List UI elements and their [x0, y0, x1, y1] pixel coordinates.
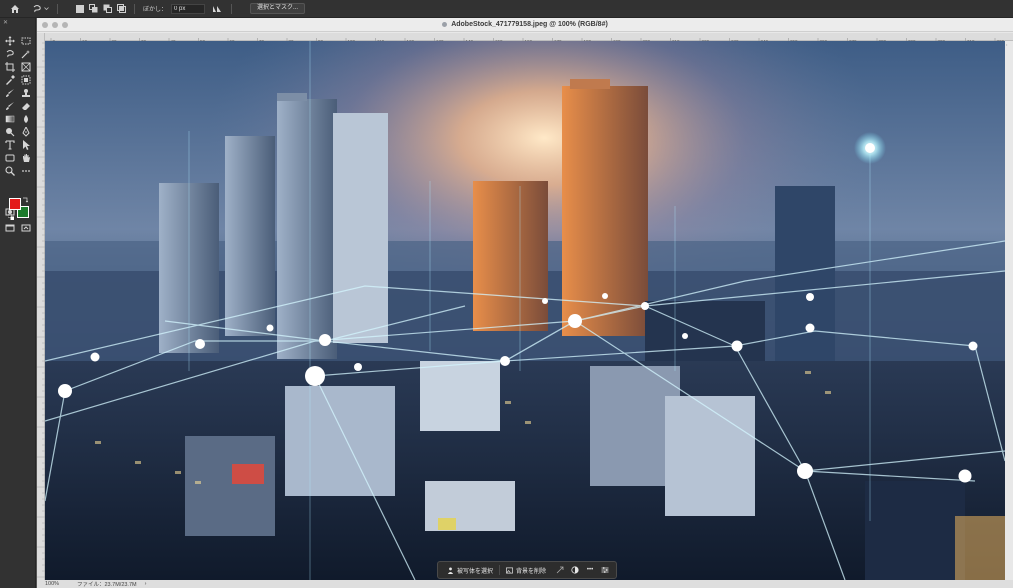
person-icon: [447, 567, 454, 574]
select-subject-button[interactable]: 被写体を選択: [443, 563, 497, 577]
options-bar: ぼかし： 選択とマスク...: [0, 0, 1013, 18]
divider: [231, 3, 233, 14]
magic-wand-tool-icon[interactable]: [20, 48, 32, 59]
swap-colors-icon[interactable]: [22, 197, 28, 203]
ruler-top[interactable]: 0102030405060708090100110120130140150160…: [45, 33, 1013, 46]
lasso-tool-icon[interactable]: [4, 48, 16, 59]
cityscape-network-image: [45, 41, 1005, 580]
maximize-window-button[interactable]: [62, 22, 68, 28]
lasso-icon: [33, 4, 41, 12]
document-title-text: AdobeStock_471779158.jpeg @ 100% (RGB/8#…: [451, 21, 608, 28]
move-tool-icon[interactable]: [4, 35, 16, 46]
ruler-left[interactable]: [37, 33, 45, 588]
dodge-tool-icon[interactable]: [4, 126, 16, 137]
status-bar: 100% ファイル：23.7M/23.7M ›: [37, 580, 1013, 588]
rectangle-tool-icon[interactable]: [4, 152, 16, 163]
divider: [134, 3, 135, 14]
crop-tool-icon[interactable]: [4, 61, 16, 72]
path-selection-tool-icon[interactable]: [20, 139, 32, 150]
document-icon: [442, 22, 448, 27]
contextual-taskbar: 被写体を選択 背景を削除 •••: [437, 561, 617, 579]
eraser-tool-icon[interactable]: [20, 100, 32, 111]
divider: [57, 3, 58, 14]
image-icon: [506, 567, 513, 573]
document-window: AdobeStock_471779158.jpeg @ 100% (RGB/8#…: [37, 18, 1013, 588]
selection-modes: [76, 4, 126, 13]
foreground-color-swatch[interactable]: [9, 198, 21, 210]
subtract-from-selection-icon[interactable]: [103, 4, 112, 13]
add-to-selection-icon[interactable]: [89, 4, 98, 13]
divider: [499, 565, 501, 575]
chevron-down-icon: [44, 7, 49, 11]
intersect-selection-icon[interactable]: [117, 4, 126, 13]
status-menu-arrow[interactable]: ›: [145, 581, 147, 587]
document-titlebar: AdobeStock_471779158.jpeg @ 100% (RGB/8#…: [37, 18, 1013, 32]
artboard-icon[interactable]: [20, 222, 32, 233]
feather-input[interactable]: [171, 3, 206, 14]
healing-brush-tool-icon[interactable]: [4, 100, 16, 111]
window-controls: [42, 22, 68, 28]
photoshop-window: ぼかし： 選択とマスク... ✕: [0, 0, 1013, 588]
more-tools-icon[interactable]: [20, 165, 32, 176]
feather-label: ぼかし：: [143, 7, 168, 13]
collapse-panel-icon[interactable]: ✕: [3, 19, 8, 26]
new-selection-icon[interactable]: [76, 4, 84, 13]
transform-icon[interactable]: [555, 565, 565, 575]
select-and-mask-button[interactable]: 選択とマスク...: [250, 3, 306, 14]
pen-tool-icon[interactable]: [20, 126, 32, 137]
more-options-icon[interactable]: •••: [585, 565, 595, 575]
object-selection-tool-icon[interactable]: [20, 74, 32, 85]
tool-preset-picker[interactable]: [32, 4, 49, 14]
antialias-icon[interactable]: [211, 4, 223, 14]
tools-panel: ✕: [0, 18, 36, 588]
home-icon[interactable]: [10, 4, 20, 14]
ruler-left-ticks: [37, 42, 45, 584]
gradient-tool-icon[interactable]: [4, 113, 16, 124]
remove-background-button[interactable]: 背景を削除: [502, 563, 550, 577]
marquee-tool-icon[interactable]: [20, 35, 32, 46]
adjustment-icon[interactable]: [570, 565, 580, 575]
remove-background-label: 背景を削除: [516, 568, 547, 575]
clone-stamp-tool-icon[interactable]: [20, 87, 32, 98]
zoom-level[interactable]: 100%: [45, 581, 73, 587]
image-canvas[interactable]: [45, 41, 1005, 580]
file-info: ファイル：23.7M/23.7M: [77, 582, 137, 588]
zoom-tool-icon[interactable]: [4, 165, 16, 176]
close-window-button[interactable]: [42, 22, 48, 28]
frame-tool-icon[interactable]: [20, 61, 32, 72]
eyedropper-tool-icon[interactable]: [4, 74, 16, 85]
select-subject-label: 被写体を選択: [457, 568, 494, 575]
document-title: AdobeStock_471779158.jpeg @ 100% (RGB/8#…: [442, 21, 608, 28]
hand-tool-icon[interactable]: [20, 152, 32, 163]
screen-mode-icon[interactable]: [4, 222, 16, 233]
brush-tool-icon[interactable]: [4, 87, 16, 98]
settings-sliders-icon[interactable]: [600, 565, 610, 575]
blur-tool-icon[interactable]: [20, 113, 32, 124]
minimize-window-button[interactable]: [52, 22, 58, 28]
type-tool-icon[interactable]: [4, 139, 16, 150]
